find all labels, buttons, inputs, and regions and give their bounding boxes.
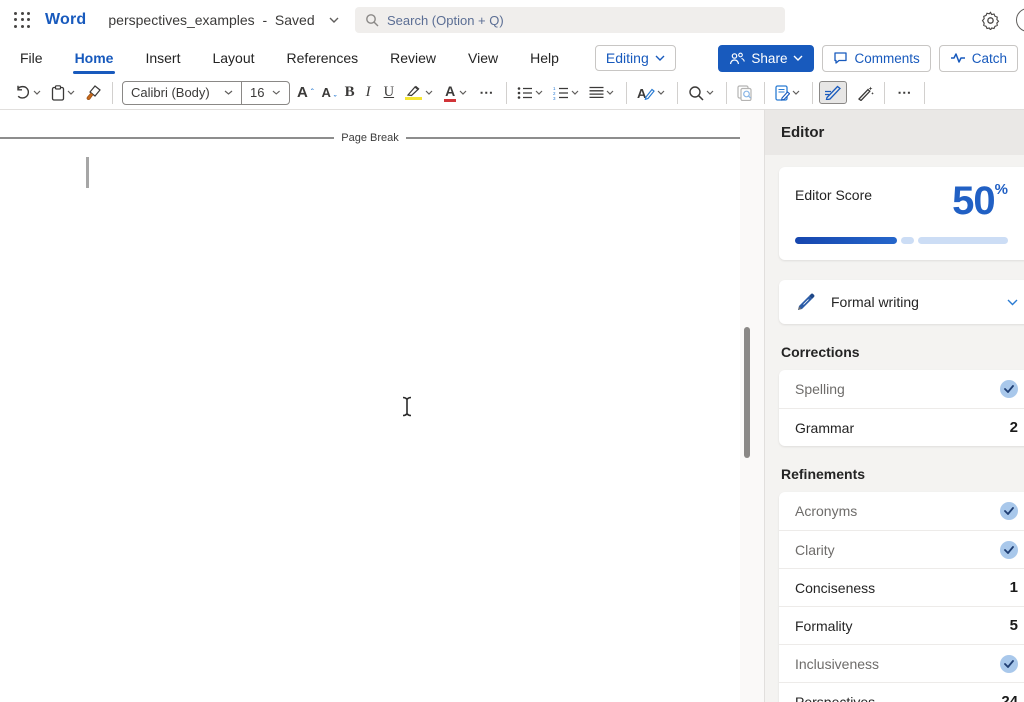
- menu-view[interactable]: View: [466, 43, 500, 73]
- document-canvas[interactable]: Page Break: [0, 110, 740, 702]
- editor-score-label: Editor Score: [795, 181, 872, 203]
- more-font-options-button[interactable]: ⋯: [473, 81, 500, 104]
- text-highlight-button[interactable]: [400, 82, 439, 103]
- menu-review[interactable]: Review: [388, 43, 438, 73]
- font-color-button[interactable]: A: [439, 80, 473, 105]
- list-item-spelling[interactable]: Spelling: [779, 370, 1024, 408]
- format-painter-icon[interactable]: [81, 82, 106, 104]
- underline-button[interactable]: U: [378, 81, 400, 104]
- editor-panel: Editor Editor Score 50% Formal writing: [764, 110, 1024, 702]
- bullet-list-button[interactable]: [513, 83, 549, 103]
- editor-score-card: Editor Score 50%: [779, 167, 1024, 260]
- check-badge-icon: [1000, 655, 1018, 673]
- more-toolbar-options-button[interactable]: ⋯: [891, 81, 918, 104]
- shrink-font-button[interactable]: Aˆ: [318, 83, 341, 102]
- issue-count: 24: [1001, 693, 1018, 702]
- corrections-section-title: Corrections: [781, 344, 1024, 360]
- issue-count: 2: [1010, 419, 1018, 436]
- save-status: Saved: [275, 12, 315, 28]
- document-scrollbar[interactable]: [740, 110, 764, 702]
- menu-home[interactable]: Home: [73, 43, 116, 73]
- editor-panel-title: Editor: [781, 124, 824, 141]
- reuse-files-icon[interactable]: [733, 82, 758, 104]
- menu-file[interactable]: File: [18, 43, 45, 73]
- mouse-ibeam-cursor: [401, 396, 413, 417]
- content-area: Page Break Editor Editor Score 50%: [0, 110, 1024, 702]
- text-caret: [86, 157, 89, 188]
- formatting-toolbar: Calibri (Body) 16 Aˆ Aˆ B I U A ⋯ 123 A: [0, 76, 1024, 110]
- italic-button[interactable]: I: [359, 81, 378, 104]
- list-item-grammar[interactable]: Grammar 2: [779, 408, 1024, 446]
- page-break-label: Page Break: [334, 132, 405, 144]
- magic-wand-icon[interactable]: [853, 82, 878, 104]
- title-chevron-down-icon[interactable]: [329, 17, 339, 23]
- app-launcher-icon[interactable]: [14, 12, 31, 29]
- menu-insert[interactable]: Insert: [143, 43, 182, 73]
- comment-bubble-icon: [833, 51, 848, 65]
- editor-score-value: 50: [952, 179, 995, 223]
- styles-button[interactable]: A: [633, 82, 671, 103]
- issue-count: 5: [1010, 617, 1018, 634]
- issue-count: 1: [1010, 579, 1018, 596]
- menu-help[interactable]: Help: [528, 43, 561, 73]
- editing-mode-button[interactable]: Editing: [595, 45, 676, 71]
- list-item-acronyms[interactable]: Acronyms: [779, 492, 1024, 530]
- designer-button[interactable]: [771, 82, 806, 104]
- list-item-perspectives[interactable]: Perspectives 24: [779, 682, 1024, 702]
- writing-style-label: Formal writing: [831, 294, 919, 310]
- find-button[interactable]: [684, 82, 720, 104]
- app-name[interactable]: Word: [45, 11, 86, 29]
- comments-button[interactable]: Comments: [822, 45, 930, 72]
- grow-font-button[interactable]: Aˆ: [293, 82, 318, 103]
- search-icon: [365, 13, 379, 27]
- list-item-inclusiveness[interactable]: Inclusiveness: [779, 644, 1024, 682]
- list-item-formality[interactable]: Formality 5: [779, 606, 1024, 644]
- page-break-divider: Page Break: [0, 132, 740, 144]
- writing-style-selector[interactable]: Formal writing: [779, 280, 1024, 324]
- paste-button[interactable]: [47, 82, 81, 104]
- share-people-icon: [729, 52, 745, 65]
- check-badge-icon: [1000, 502, 1018, 520]
- pulse-activity-icon: [950, 53, 966, 63]
- list-item-conciseness[interactable]: Conciseness 1: [779, 568, 1024, 606]
- svg-text:3: 3: [553, 96, 556, 100]
- menu-layout[interactable]: Layout: [210, 43, 256, 73]
- align-button[interactable]: [585, 83, 620, 102]
- scrollbar-thumb[interactable]: [744, 327, 750, 458]
- font-name-select[interactable]: Calibri (Body): [123, 82, 241, 104]
- font-size-select[interactable]: 16: [241, 82, 289, 104]
- writing-style-chevron-icon: [1007, 299, 1018, 306]
- numbered-list-button[interactable]: 123: [549, 83, 585, 103]
- settings-gear-icon[interactable]: [981, 11, 1000, 30]
- refinements-list: Acronyms Clarity Conciseness 1 Forma: [779, 492, 1024, 702]
- share-button[interactable]: Share: [718, 45, 814, 72]
- menu-references[interactable]: References: [285, 43, 361, 73]
- search-input[interactable]: Search (Option + Q): [355, 7, 785, 33]
- editor-panel-header: Editor: [765, 110, 1024, 155]
- search-placeholder: Search (Option + Q): [387, 13, 504, 28]
- account-avatar[interactable]: [1016, 8, 1024, 32]
- bold-button[interactable]: B: [341, 81, 359, 104]
- editor-score-unit: %: [995, 181, 1008, 198]
- font-controls: Calibri (Body) 16: [122, 81, 290, 105]
- top-bar: Word perspectives_examples - Saved Searc…: [0, 0, 1024, 40]
- undo-button[interactable]: [10, 82, 47, 103]
- list-item-clarity[interactable]: Clarity: [779, 530, 1024, 568]
- refinements-section-title: Refinements: [781, 466, 1024, 482]
- editor-button[interactable]: [819, 81, 847, 104]
- catch-up-button[interactable]: Catch: [939, 45, 1018, 72]
- document-title[interactable]: perspectives_examples - Saved: [108, 12, 314, 28]
- ribbon-menu-bar: File Home Insert Layout References Revie…: [0, 40, 1024, 76]
- corrections-list: Spelling Grammar 2: [779, 370, 1024, 446]
- editor-score-progress-bar: [795, 237, 1008, 244]
- check-badge-icon: [1000, 380, 1018, 398]
- fountain-pen-icon: [795, 291, 817, 313]
- check-badge-icon: [1000, 541, 1018, 559]
